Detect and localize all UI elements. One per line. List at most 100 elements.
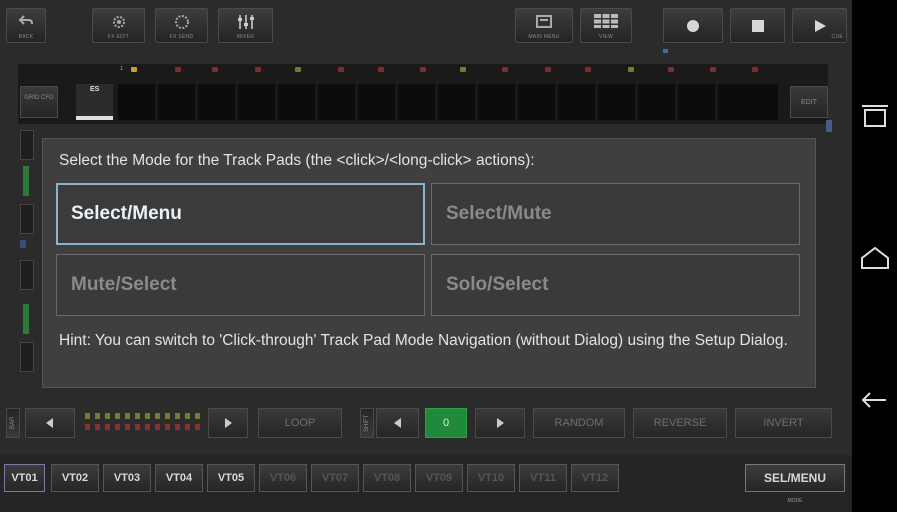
bar-next-button[interactable] — [208, 408, 248, 438]
option-select-menu[interactable]: Select/Menu — [56, 183, 425, 245]
step-led — [378, 67, 384, 72]
grid-cell[interactable] — [398, 84, 435, 120]
shift-label-tab: SHIFT — [360, 408, 374, 438]
back-arrow-icon — [18, 15, 33, 25]
view-label: VIEW — [599, 34, 613, 40]
grid-cell[interactable] — [198, 84, 235, 120]
fx-send-button[interactable]: FX SEND — [155, 8, 208, 43]
track-button-vt04[interactable]: VT04 — [155, 464, 203, 492]
fx-edit-label: FX EDIT — [107, 34, 130, 40]
record-icon — [687, 20, 699, 32]
dialog-hint: Hint: You can switch to 'Click-through' … — [59, 332, 788, 349]
random-button[interactable]: RANDOM — [533, 408, 625, 438]
main-menu-icon — [536, 15, 552, 28]
view-grid-icon — [594, 14, 618, 28]
track-label: VT10 — [477, 472, 505, 484]
track-button-vt08[interactable]: VT08 — [363, 464, 411, 492]
grid-cell[interactable] — [358, 84, 395, 120]
bar-prev-button[interactable] — [25, 408, 75, 438]
track-button-vt09[interactable]: VT09 — [415, 464, 463, 492]
grid-cell[interactable] — [478, 84, 515, 120]
invert-button[interactable]: INVERT — [735, 408, 832, 438]
track-mode-button[interactable]: SEL/MENU — [745, 464, 845, 492]
grid-config-button[interactable]: GRID CFG — [20, 86, 58, 118]
track-label: VT02 — [61, 472, 89, 484]
back-nav-button[interactable] — [852, 370, 897, 430]
grid-cell[interactable]: ES — [76, 84, 113, 120]
step-led — [585, 67, 591, 72]
step-led — [420, 67, 426, 72]
grid-cell[interactable] — [638, 84, 675, 120]
track-button-vt10[interactable]: VT10 — [467, 464, 515, 492]
main-menu-label: MAIN MENU — [528, 34, 560, 40]
step-led — [338, 67, 344, 72]
mixer-button[interactable]: MIXER — [218, 8, 273, 43]
grid-cell[interactable] — [438, 84, 475, 120]
view-button[interactable]: VIEW — [580, 8, 632, 43]
grid-cell[interactable] — [318, 84, 355, 120]
option-label: Select/Mute — [446, 203, 552, 224]
shift-value: 0 — [442, 417, 450, 429]
track-label: VT09 — [425, 472, 453, 484]
track-button-vt03[interactable]: VT03 — [103, 464, 151, 492]
track-button-vt11[interactable]: VT11 — [519, 464, 567, 492]
track-label: VT03 — [113, 472, 141, 484]
shift-next-button[interactable] — [475, 408, 525, 438]
grid-cell[interactable] — [558, 84, 595, 120]
reverse-button[interactable]: REVERSE — [633, 408, 727, 438]
shift-label: SHIFT — [364, 414, 370, 432]
track-button-vt12[interactable]: VT12 — [571, 464, 619, 492]
shift-prev-button[interactable] — [376, 408, 419, 438]
grid-cell[interactable] — [278, 84, 315, 120]
track-button-vt06[interactable]: VT06 — [259, 464, 307, 492]
track-mode-caption: MODE — [787, 498, 803, 504]
step-led — [460, 67, 466, 72]
grid-cell[interactable] — [158, 84, 195, 120]
fx-edit-icon — [112, 16, 125, 28]
grid-cell[interactable] — [678, 84, 715, 120]
track-button-vt05[interactable]: VT05 — [207, 464, 255, 492]
track-button-vt01[interactable]: VT01 — [4, 464, 45, 492]
track-label: VT11 — [530, 472, 556, 484]
track-button-vt02[interactable]: VT02 — [51, 464, 99, 492]
home-button[interactable] — [852, 230, 897, 290]
step-led — [255, 67, 261, 72]
grid-cell[interactable] — [118, 84, 155, 120]
triangle-right-icon — [497, 418, 504, 428]
option-select-mute[interactable]: Select/Mute — [431, 183, 800, 245]
loop-button[interactable]: LOOP — [258, 408, 342, 438]
dialog-title: Select the Mode for the Track Pads (the … — [59, 152, 535, 169]
option-label: Solo/Select — [446, 274, 549, 295]
step-led — [295, 67, 301, 72]
recent-apps-icon — [862, 105, 888, 127]
grid-marker-number: 1 — [120, 66, 124, 72]
reverse-label: REVERSE — [653, 417, 707, 429]
scroll-indicator[interactable] — [826, 120, 832, 132]
bar-label: BAR — [10, 416, 16, 430]
step-led — [668, 67, 674, 72]
invert-label: INVERT — [763, 417, 804, 429]
main-menu-button[interactable]: MAIN MENU — [515, 8, 573, 43]
track-label: VT08 — [373, 472, 401, 484]
play-label: CUE — [831, 34, 843, 40]
option-solo-select[interactable]: Solo/Select — [431, 254, 800, 316]
edit-button[interactable]: EDIT — [790, 86, 828, 118]
grid-cell[interactable] — [740, 84, 778, 120]
track-side-strip — [20, 130, 34, 390]
stop-button[interactable] — [730, 8, 785, 43]
system-navigation-bar — [852, 0, 897, 512]
recent-apps-button[interactable] — [852, 90, 897, 150]
grid-cell[interactable] — [518, 84, 555, 120]
grid-cell[interactable] — [598, 84, 635, 120]
triangle-left-icon — [393, 418, 401, 428]
record-button[interactable] — [663, 8, 723, 43]
back-button[interactable]: BACK — [6, 8, 46, 43]
play-button[interactable]: CUE — [792, 8, 847, 43]
option-mute-select[interactable]: Mute/Select — [56, 254, 425, 316]
mixer-sliders-icon — [237, 15, 254, 29]
fx-edit-button[interactable]: FX EDIT — [92, 8, 145, 43]
grid-cell[interactable] — [238, 84, 275, 120]
track-button-vt07[interactable]: VT07 — [311, 464, 359, 492]
home-icon — [861, 246, 889, 269]
track-label: VT01 — [11, 472, 38, 484]
